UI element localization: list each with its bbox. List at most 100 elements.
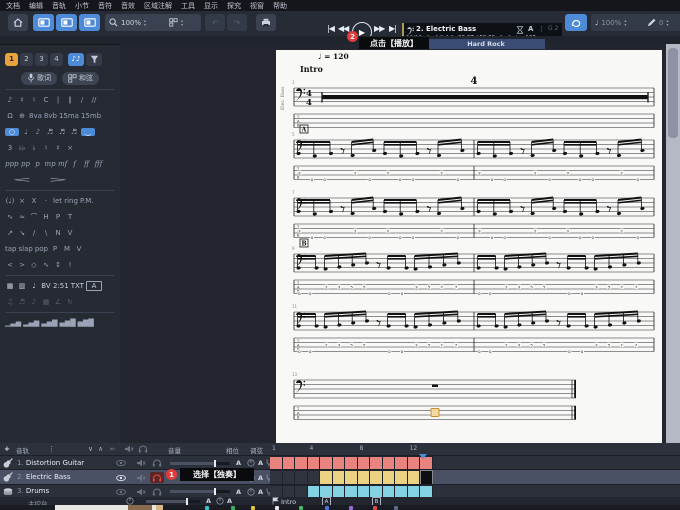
timeline-cell-bar-13[interactable] [420,470,433,485]
speed-control[interactable]: ♩ 100% ▴▾ [591,14,647,31]
taskbar-app-icon[interactable] [349,506,353,510]
slides-icon[interactable]: / [29,229,39,237]
taskbar-app-icon[interactable] [275,506,279,510]
techniques-icon[interactable]: V [74,245,84,253]
durations-icon[interactable]: ♬ [69,128,79,136]
score-symbols-icon[interactable]: / [77,96,87,104]
timeline-cell-bar-1[interactable] [270,456,283,470]
menu-音轨[interactable]: 音轨 [52,1,66,11]
taskbar-app-icon[interactable] [325,506,329,510]
timeline-cell-bar-11[interactable] [395,470,408,485]
picking-icon[interactable]: ◇ [29,261,39,269]
slides-icon[interactable]: V [65,229,75,237]
mix-table-icon[interactable]: ▂▄▆ [23,319,39,327]
taskbar-app-icon[interactable] [394,506,398,510]
menu-区域注解[interactable]: 区域注解 [144,1,172,11]
volume-automation[interactable]: A [236,459,241,467]
accidentals-icon[interactable]: ♮ [41,144,51,152]
note-effects-icon[interactable]: P.M. [80,197,94,205]
timeline-cell-bar-7[interactable] [345,456,358,470]
solo-toggle[interactable] [152,474,162,482]
score-symbols-icon[interactable]: ♪ [5,96,15,104]
master-knob[interactable] [126,497,134,505]
accidentals-icon[interactable]: × [65,144,75,152]
timeline-cell-bar-2[interactable] [283,470,296,485]
view-screen-button[interactable] [79,14,100,31]
automations-icon[interactable]: ∠ [53,298,63,306]
tuner-icon[interactable]: A [528,25,533,33]
hairpins-icon[interactable]: > [41,176,75,184]
articulations-icon[interactable]: H [41,213,51,221]
score-symbols-icon[interactable]: ♮ [29,96,39,104]
taskbar-app-icon[interactable] [299,506,303,510]
timeline-cell-bar-5[interactable] [320,470,333,485]
timeline-cell-bar-2[interactable] [283,456,296,470]
tools-icon[interactable]: BV [41,282,51,290]
picking-icon[interactable]: ↕ [53,261,63,269]
picking-icon[interactable]: < [5,261,15,269]
timeline-cell-bar-9[interactable] [370,470,383,485]
menu-探究[interactable]: 探究 [227,1,241,11]
timeline-cell-bar-11[interactable] [395,456,408,470]
mix-table-icon[interactable]: ▃▅▇ [41,319,57,327]
score-symbols-icon[interactable]: // [89,96,99,104]
pan-knob[interactable] [246,488,256,496]
mix-table-icon[interactable]: ▁▃▅ [5,319,21,327]
menu-显示[interactable]: 显示 [204,1,218,11]
master-automation-b[interactable]: A [227,497,232,505]
accidentals-icon[interactable]: ♭♭ [17,144,27,152]
timeline-cell-bar-8[interactable] [358,470,371,485]
pan-automation[interactable]: A [258,488,263,496]
edit-control[interactable]: 0 ▴▾ [643,14,680,31]
forward-button[interactable]: ▶▶ [374,24,384,33]
menu-工具[interactable]: 工具 [181,1,195,11]
rewind-button[interactable]: ◀◀ [338,24,348,33]
timeline-cell-bar-9[interactable] [370,456,383,470]
master-pan-knob[interactable] [216,497,224,505]
automations-icon[interactable]: ♪ [29,298,39,306]
visibility-toggle[interactable] [116,488,126,496]
zoom-stepper[interactable]: ▴▾ [144,19,146,27]
multivoice-button[interactable]: ♪♪ [68,53,84,66]
directions-icon[interactable]: 15ma [59,112,79,120]
articulations-icon[interactable]: ∿ [5,213,15,221]
score-view[interactable]: ♩ = 120IntroElec. BassTAB1444TAB5A300203… [120,44,680,443]
score-page[interactable]: ♩ = 120IntroElec. BassTAB1444TAB5A300203… [276,50,662,443]
note-effects-icon[interactable]: X [29,197,39,205]
mute-all-icon[interactable] [124,445,134,453]
dynamics-icon[interactable]: f [70,160,80,168]
timeline-cell-bar-6[interactable] [333,470,346,485]
redo-button[interactable]: ↷ [227,14,247,31]
hairpins-icon[interactable]: < [5,176,39,184]
note-effects-icon[interactable]: × [17,197,27,205]
timeline-cell-bar-10[interactable] [383,470,396,485]
expand-icon[interactable]: ∧ [98,445,103,453]
scrollbar-thumb[interactable] [668,48,678,138]
filter-button[interactable] [86,53,102,66]
print-button[interactable] [256,14,276,31]
dynamics-icon[interactable]: p [32,160,42,168]
track-row-1[interactable]: 1. Distortion GuitarAA [0,455,680,469]
transport-menu-icon[interactable]: ⋮ [538,25,545,33]
solo-toggle[interactable] [152,488,162,496]
pan-automation[interactable]: A [258,474,263,482]
techniques-icon[interactable]: pop [35,245,48,253]
tools-icon[interactable]: ▥ [17,282,27,290]
voice-1-button[interactable]: 1 [5,53,18,66]
master-volume-slider[interactable] [146,500,200,503]
note-effects-icon[interactable]: (♩) [5,197,15,205]
visibility-toggle[interactable] [116,474,126,482]
directions-icon[interactable]: 8vb [44,112,57,120]
menu-音符[interactable]: 音符 [98,1,112,11]
countin-icon[interactable] [516,26,524,34]
voice-4-button[interactable]: 4 [50,53,63,66]
taskbar-app-icon[interactable] [373,506,377,510]
timeline-cell-bar-5[interactable] [320,456,333,470]
volume-slider[interactable] [170,490,230,493]
undo-button[interactable]: ↶ [205,14,225,31]
directions-icon[interactable]: ⊕ [17,112,27,120]
timeline-cell-bar-6[interactable] [333,456,346,470]
menu-编辑[interactable]: 编辑 [29,1,43,11]
durations-icon[interactable]: ♬ [57,128,67,136]
menu-视窗[interactable]: 视窗 [250,1,264,11]
